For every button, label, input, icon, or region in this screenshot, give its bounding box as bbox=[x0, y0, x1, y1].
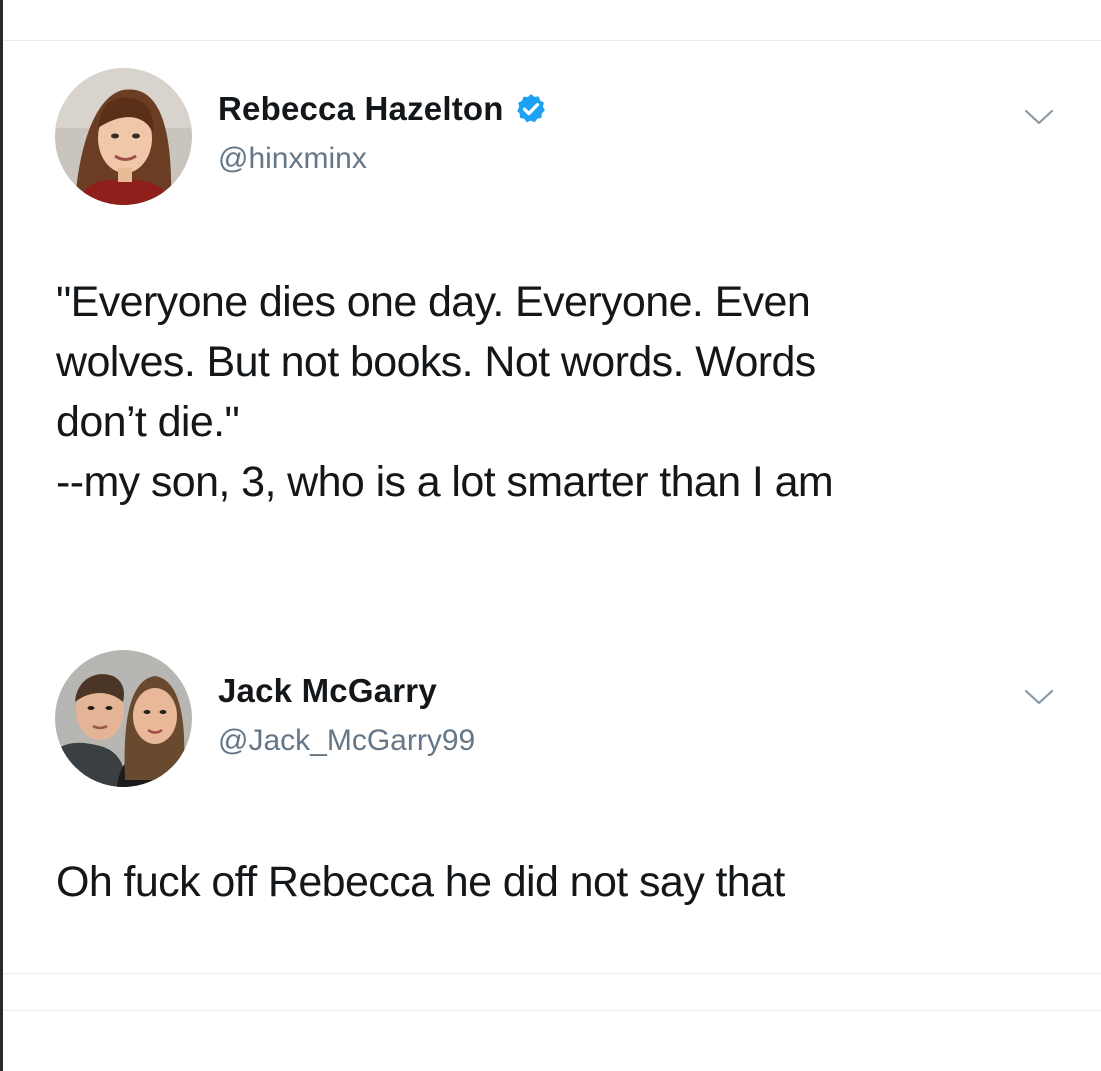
tweet-text-line: Oh fuck off Rebecca he did not say that bbox=[56, 858, 785, 906]
chevron-down-icon[interactable] bbox=[1022, 106, 1056, 128]
tweet-text-line: "Everyone dies one day. Everyone. Even bbox=[56, 278, 811, 326]
display-name[interactable]: Jack McGarry bbox=[218, 672, 437, 710]
display-name[interactable]: Rebecca Hazelton bbox=[218, 90, 504, 128]
handle[interactable]: @Jack_McGarry99 bbox=[218, 724, 475, 758]
avatar[interactable] bbox=[55, 68, 192, 205]
tweet-text-line: --my son, 3, who is a lot smarter than I… bbox=[56, 458, 834, 506]
tweet-text: Oh fuck off Rebecca he did not say that bbox=[56, 852, 785, 912]
tweet-text: "Everyone dies one day. Everyone. Even w… bbox=[56, 272, 834, 512]
verified-badge-icon bbox=[516, 94, 545, 123]
author-name-row: Rebecca Hazelton bbox=[218, 90, 548, 128]
bottom-divider bbox=[3, 973, 1101, 974]
avatar-portrait-woman-icon bbox=[55, 68, 192, 205]
chevron-down-icon[interactable] bbox=[1022, 686, 1056, 708]
tweet-original[interactable]: Rebecca Hazelton @hinxminx "Everyone die… bbox=[0, 0, 1101, 620]
avatar[interactable] bbox=[55, 650, 192, 787]
bottom-divider bbox=[3, 1010, 1101, 1011]
tweet-reply[interactable]: Jack McGarry @Jack_McGarry99 Oh fuck off… bbox=[0, 620, 1101, 970]
author-name-row: Jack McGarry bbox=[218, 672, 437, 710]
handle[interactable]: @hinxminx bbox=[218, 142, 367, 176]
avatar-portrait-couple-icon bbox=[55, 650, 192, 787]
tweet-text-line: don’t die." bbox=[56, 398, 240, 446]
tweet-text-line: wolves. But not books. Not words. Words bbox=[56, 338, 816, 386]
